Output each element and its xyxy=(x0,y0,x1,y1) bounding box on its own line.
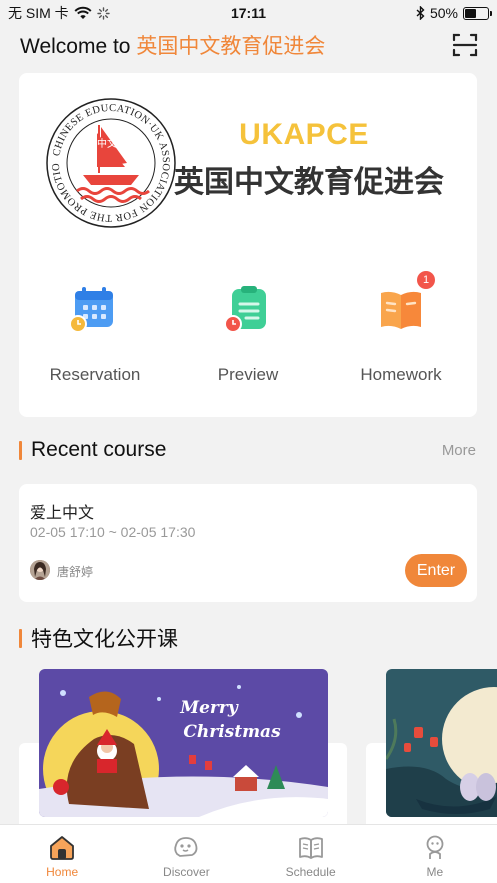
quick-action-preview[interactable]: Preview xyxy=(172,281,324,385)
course-name: 爱上中文 xyxy=(30,505,95,522)
tab-label: Home xyxy=(46,865,79,879)
culture-course-title: 特色文化公开课 xyxy=(31,628,178,651)
welcome-prefix: Welcome to xyxy=(20,35,137,58)
culture-course-heading: 特色文化公开课 xyxy=(19,623,178,653)
battery-icon xyxy=(463,6,492,20)
quick-action-label: Preview xyxy=(217,365,279,384)
calendar-icon xyxy=(67,281,123,337)
status-bar: 无 SIM 卡 17:11 50% xyxy=(0,0,497,26)
homework-badge: 1 xyxy=(417,271,435,289)
lantern-festival-illustration xyxy=(386,669,497,817)
quick-action-label: Homework xyxy=(360,365,442,384)
person-icon xyxy=(426,835,444,859)
quick-action-reservation[interactable]: Reservation xyxy=(19,281,171,385)
scan-button[interactable] xyxy=(451,31,479,59)
enter-button[interactable]: Enter xyxy=(405,554,467,587)
tab-label: Discover xyxy=(163,865,210,879)
carrier-label: 无 SIM 卡 xyxy=(8,5,69,21)
wifi-icon xyxy=(74,6,92,19)
tab-label: Me xyxy=(426,865,444,879)
culture-carousel[interactable]: Merry Christmas xyxy=(0,669,497,824)
status-right: 50% xyxy=(416,5,492,21)
scan-icon xyxy=(452,33,478,57)
culture-card-lantern[interactable] xyxy=(386,669,497,817)
battery-percent: 50% xyxy=(429,5,458,21)
section-accent-bar xyxy=(19,628,22,648)
recent-course-title: Recent course xyxy=(31,438,167,461)
home-icon xyxy=(50,836,75,860)
welcome-org-name: 英国中文教育促进会 xyxy=(136,35,326,58)
tab-home[interactable]: Home xyxy=(0,825,124,883)
christmas-text-line2: Christmas xyxy=(183,722,281,742)
recent-course-heading: Recent course xyxy=(19,438,166,462)
battery-level xyxy=(465,8,476,18)
christmas-text-line1: Merry xyxy=(179,698,239,718)
recent-course-card[interactable]: 爱上中文 02-05 17:10 ~ 02-05 17:30 唐舒婷 Enter xyxy=(19,484,477,602)
app-header: Welcome to 英国中文教育促进会 xyxy=(0,28,497,62)
clipboard-icon xyxy=(220,281,276,337)
bottom-tab-bar: Home Discover Schedule Me xyxy=(0,824,497,883)
brand-chinese-name: 英国中文教育促进会 xyxy=(174,166,444,199)
christmas-illustration: Merry Christmas xyxy=(39,669,328,817)
section-accent-bar xyxy=(19,440,22,460)
discover-icon xyxy=(174,837,198,857)
teacher-avatar xyxy=(30,560,50,580)
quick-action-label: Reservation xyxy=(49,365,141,384)
tab-label: Schedule xyxy=(285,865,336,879)
tab-schedule[interactable]: Schedule xyxy=(249,825,373,883)
loading-spinner-icon xyxy=(96,6,110,20)
culture-card-christmas[interactable]: Merry Christmas xyxy=(39,669,328,817)
logo-sail-text: 中文 xyxy=(97,137,117,150)
course-time: 02-05 17:10 ~ 02-05 17:30 xyxy=(30,524,196,540)
hero-card: CHINESE EDUCATION·UK ASSOCIATION FOR THE… xyxy=(19,73,477,417)
schedule-book-icon xyxy=(298,837,323,859)
more-link[interactable]: More xyxy=(442,442,476,459)
brand-english-name: UKAPCE xyxy=(239,118,369,151)
teacher-name: 唐舒婷 xyxy=(57,565,94,579)
status-left: 无 SIM 卡 xyxy=(8,3,110,23)
tab-discover[interactable]: Discover xyxy=(124,825,248,883)
bluetooth-icon xyxy=(416,6,425,20)
tab-me[interactable]: Me xyxy=(373,825,497,883)
quick-action-homework[interactable]: 1 Homework xyxy=(325,271,477,385)
welcome-title: Welcome to 英国中文教育促进会 xyxy=(20,30,325,60)
book-icon: 1 xyxy=(373,271,435,337)
